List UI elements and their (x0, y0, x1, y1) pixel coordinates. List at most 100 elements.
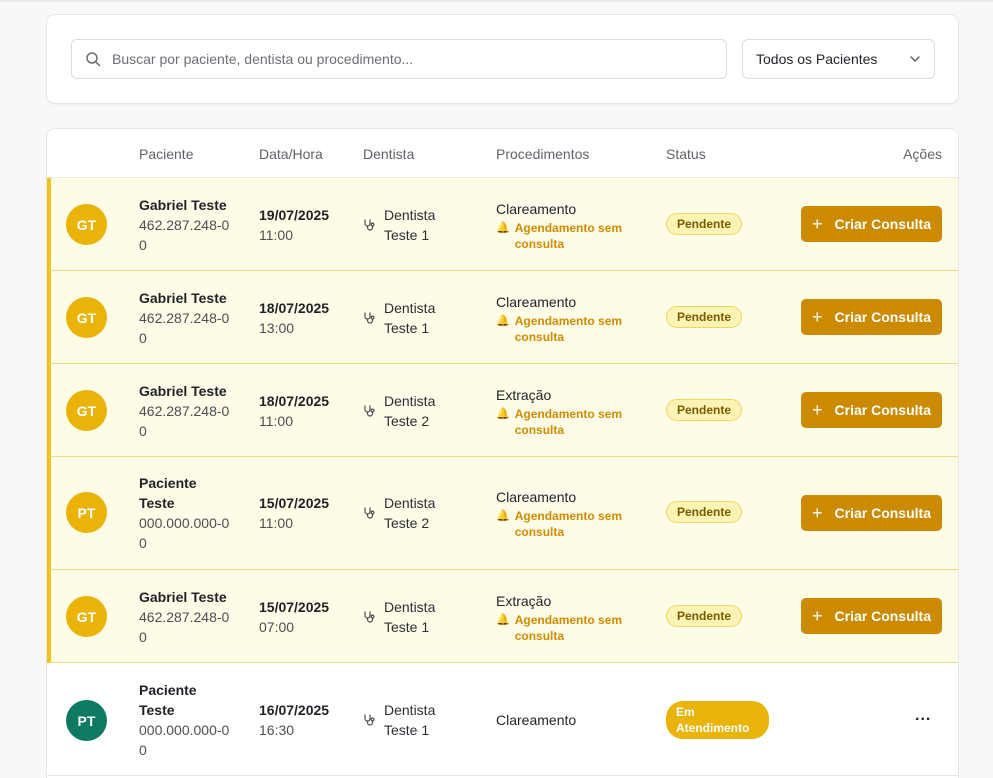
appointment-date: 18/07/2025 (259, 300, 330, 316)
appointment-time: 07:00 (259, 619, 295, 635)
header-procedures: Procedimentos (496, 146, 590, 162)
create-consultation-button[interactable]: + Criar Consulta (801, 299, 942, 335)
status-badge: Pendente (666, 306, 743, 328)
patient-name: Gabriel Teste (139, 290, 227, 306)
appointment-date: 19/07/2025 (259, 207, 330, 223)
stethoscope-icon (364, 219, 375, 231)
filter-card: Todos os Pacientes (46, 14, 959, 104)
search-input[interactable] (112, 51, 672, 67)
button-label: Criar Consulta (834, 402, 931, 418)
bell-icon: 🔔 (496, 510, 510, 522)
plus-icon: + (812, 399, 823, 420)
patient-document: 462.287.248-00 (139, 310, 230, 346)
bell-icon: 🔔 (496, 315, 510, 327)
warning-text: Agendamento sem consulta (514, 613, 623, 643)
chevron-down-icon (910, 56, 920, 62)
procedure-name: Clareamento (496, 294, 577, 310)
top-divider (0, 0, 993, 2)
patient-name: Paciente Teste (139, 475, 197, 511)
table-row[interactable]: GT Gabriel Teste 462.287.248-00 18/07/20… (47, 364, 958, 457)
bell-icon: 🔔 (496, 222, 510, 234)
patient-name: Gabriel Teste (139, 197, 227, 213)
avatar: GT (66, 204, 107, 245)
warning-text: Agendamento sem consulta (514, 509, 623, 539)
patient-document: 462.287.248-00 (139, 609, 230, 645)
table-row[interactable]: GT Gabriel Teste 462.287.248-00 18/07/20… (47, 271, 958, 364)
status-badge: Em Atendimento (666, 701, 769, 739)
plus-icon: + (812, 502, 823, 523)
patient-document: 462.287.248-00 (139, 217, 230, 253)
procedure-name: Clareamento (496, 201, 577, 217)
table-row[interactable]: GT Gabriel Teste 462.287.248-00 19/07/20… (47, 178, 958, 271)
procedure-name: Clareamento (496, 712, 577, 728)
appointment-time: 16:30 (259, 722, 295, 738)
stethoscope-icon (364, 312, 375, 324)
procedure-name: Extração (496, 387, 552, 403)
avatar: PT (66, 492, 107, 533)
table-row[interactable]: PT Paciente Teste 000.000.000-00 16/07/2… (47, 663, 958, 776)
create-consultation-button[interactable]: + Criar Consulta (801, 206, 942, 242)
table-row[interactable]: GT Gabriel Teste 462.287.248-00 15/07/20… (47, 570, 958, 663)
plus-icon: + (812, 213, 823, 234)
patient-name: Paciente Teste (139, 682, 197, 718)
dentist-name: Dentista Teste 1 (384, 599, 436, 635)
patient-name: Gabriel Teste (139, 589, 227, 605)
patient-filter-value: Todos os Pacientes (756, 51, 878, 67)
create-consultation-button[interactable]: + Criar Consulta (801, 598, 942, 634)
plus-icon: + (812, 306, 823, 327)
appointment-time: 11:00 (259, 515, 293, 531)
more-horizontal-icon[interactable]: ... (915, 707, 931, 725)
stethoscope-icon (364, 714, 375, 726)
patient-document: 000.000.000-00 (139, 515, 230, 551)
appointment-date: 15/07/2025 (259, 599, 330, 615)
warning-text: Agendamento sem consulta (514, 407, 623, 437)
avatar: PT (66, 700, 107, 741)
stethoscope-icon (364, 611, 375, 623)
dentist-name: Dentista Teste 2 (384, 393, 436, 429)
button-label: Criar Consulta (834, 309, 931, 325)
table-row[interactable]: PT Paciente Teste 000.000.000-00 15/07/2… (47, 457, 958, 570)
search-box[interactable] (71, 39, 727, 79)
status-badge: Pendente (666, 501, 743, 523)
status-badge: Pendente (666, 213, 743, 235)
appointment-date: 18/07/2025 (259, 393, 330, 409)
stethoscope-icon (364, 405, 375, 417)
create-consultation-button[interactable]: + Criar Consulta (801, 392, 942, 428)
patient-name: Gabriel Teste (139, 383, 227, 399)
dentist-name: Dentista Teste 1 (384, 207, 436, 243)
header-dentist: Dentista (363, 146, 415, 162)
button-label: Criar Consulta (834, 505, 931, 521)
appointment-date: 15/07/2025 (259, 495, 330, 511)
appointment-time: 11:00 (259, 227, 293, 243)
header-datetime: Data/Hora (259, 146, 323, 162)
patient-filter-select[interactable]: Todos os Pacientes (742, 39, 935, 79)
patient-document: 462.287.248-00 (139, 403, 230, 439)
header-patient: Paciente (139, 146, 194, 162)
button-label: Criar Consulta (834, 216, 931, 232)
appointment-time: 13:00 (259, 320, 295, 336)
bell-icon: 🔔 (496, 408, 510, 420)
avatar: GT (66, 297, 107, 338)
header-status: Status (666, 146, 706, 162)
dentist-name: Dentista Teste 2 (384, 495, 436, 531)
avatar: GT (66, 390, 107, 431)
table-header: Paciente Data/Hora Dentista Procedimento… (47, 129, 958, 178)
warning-text: Agendamento sem consulta (514, 221, 623, 251)
bell-icon: 🔔 (496, 614, 510, 626)
dentist-name: Dentista Teste 1 (384, 702, 436, 738)
appointment-date: 16/07/2025 (259, 702, 330, 718)
create-consultation-button[interactable]: + Criar Consulta (801, 495, 942, 531)
appointment-time: 11:00 (259, 413, 293, 429)
plus-icon: + (812, 605, 823, 626)
appointments-table: Paciente Data/Hora Dentista Procedimento… (46, 128, 959, 778)
procedure-name: Extração (496, 593, 552, 609)
button-label: Criar Consulta (834, 608, 931, 624)
search-icon (86, 52, 101, 67)
status-badge: Pendente (666, 399, 743, 421)
avatar: GT (66, 596, 107, 637)
procedure-name: Clareamento (496, 489, 577, 505)
patient-document: 000.000.000-00 (139, 722, 230, 758)
dentist-name: Dentista Teste 1 (384, 300, 436, 336)
header-actions: Ações (903, 146, 942, 162)
stethoscope-icon (364, 507, 375, 519)
